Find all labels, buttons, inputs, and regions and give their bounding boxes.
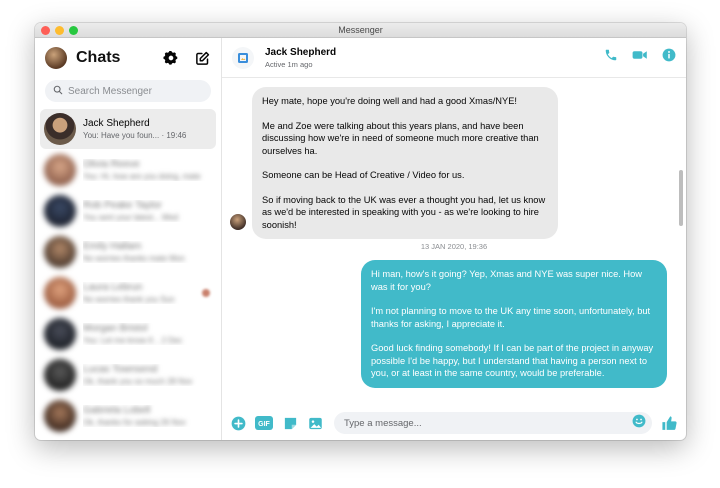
conversation-item[interactable]: Olivia Reeve You: Hi, how are you doing,… <box>40 150 216 190</box>
message-text: Hey mate, hope you're doing well and had… <box>262 96 518 106</box>
avatar <box>44 318 76 350</box>
conversation-item[interactable]: Morgan Bristol You: Let me know if... 2 … <box>40 314 216 354</box>
conversation-name: Rob Peake Taylor <box>83 200 162 211</box>
search-bar[interactable] <box>45 80 211 102</box>
message-input-wrapper[interactable] <box>334 412 652 434</box>
window-controls <box>41 26 78 35</box>
phone-icon[interactable] <box>604 48 618 67</box>
search-icon <box>53 85 63 98</box>
sticker-icon[interactable] <box>282 415 298 431</box>
message-text: I'm not planning to move to the UK any t… <box>371 306 651 329</box>
conversation-preview: You: Have you foun... · 19:46 <box>83 131 187 140</box>
conversation-preview: No worries thanks mate Mon <box>83 254 185 263</box>
conversation-item[interactable]: Gabriela Lobell Ok, thanks for asking 26… <box>40 396 216 436</box>
zoom-window-button[interactable] <box>69 26 78 35</box>
avatar <box>44 113 76 145</box>
message-timestamp: 13 JAN 2020, 19:36 <box>420 242 488 251</box>
conversation-item[interactable]: Rob Peake Taylor You sent your latest...… <box>40 191 216 231</box>
gear-icon[interactable] <box>162 49 180 67</box>
message-composer: GIF <box>222 406 686 440</box>
conversation-item-jack-shepherd[interactable]: Jack Shepherd You: Have you foun... · 19… <box>40 109 216 149</box>
conversation-preview: Ok, thanks for asking 26 Nov <box>83 418 186 427</box>
message-text: Someone can be Head of Creative / Video … <box>262 170 465 180</box>
message-input[interactable] <box>344 417 632 429</box>
outgoing-message[interactable]: Hi man, how's it going? Yep, Xmas and NY… <box>361 260 667 388</box>
conversation-name: Laura Lebrun <box>83 282 143 293</box>
window-title: Messenger <box>338 25 383 35</box>
close-window-button[interactable] <box>41 26 50 35</box>
avatar <box>44 236 76 268</box>
conversation-preview: You: Let me know if... 2 Dec <box>83 336 183 345</box>
sidebar-title: Chats <box>76 49 121 66</box>
avatar <box>44 277 76 309</box>
avatar <box>44 359 76 391</box>
avatar <box>44 154 76 186</box>
message-thread: Hey mate, hope you're doing well and had… <box>222 78 686 406</box>
minimize-window-button[interactable] <box>55 26 64 35</box>
conversation-preview: You: Hi, how are you doing, mate <box>83 172 201 181</box>
conversation-name: Jack Shepherd <box>83 118 150 129</box>
conversation-name: Emily Hallam <box>83 241 142 252</box>
conversation-list: Jack Shepherd You: Have you foun... · 19… <box>35 109 221 436</box>
conversation-preview: No worries thank you Sun <box>83 295 175 304</box>
scrollbar[interactable] <box>679 170 683 226</box>
conversation-item[interactable]: Lucas Townsend Ok, thank you so much 28 … <box>40 355 216 395</box>
sidebar-header: Chats <box>35 38 221 78</box>
unread-badge <box>202 289 210 297</box>
info-icon[interactable] <box>662 48 676 67</box>
video-icon[interactable] <box>632 48 648 67</box>
conversation-name: Olivia Reeve <box>83 159 140 170</box>
conversation-preview: Ok, thank you so much 28 Nov <box>83 377 193 386</box>
gif-label: GIF <box>258 421 270 428</box>
conversation-preview: You sent your latest... Wed <box>83 213 179 222</box>
conversation-name: Gabriela Lobell <box>83 405 151 416</box>
conversation-item[interactable]: Emily Hallam No worries thanks mate Mon <box>40 232 216 272</box>
chat-header: Jack Shepherd Active 1m ago <box>222 38 686 78</box>
contact-avatar[interactable] <box>232 46 254 69</box>
active-status: Active 1m ago <box>265 59 313 69</box>
thumbs-up-icon[interactable] <box>660 414 678 432</box>
message-text: So if moving back to the UK was ever a t… <box>262 194 546 230</box>
search-input[interactable] <box>68 85 208 97</box>
conversation-name: Lucas Townsend <box>83 364 158 375</box>
emoji-icon[interactable] <box>632 414 646 433</box>
plus-icon[interactable] <box>230 415 246 431</box>
compose-icon[interactable] <box>193 49 211 67</box>
placeholder-image-icon <box>238 52 248 63</box>
conversation-item[interactable]: Laura Lebrun No worries thank you Sun <box>40 273 216 313</box>
contact-name[interactable]: Jack Shepherd <box>265 47 604 58</box>
message-text: Hi man, how's it going? Yep, Xmas and NY… <box>371 269 643 292</box>
profile-avatar[interactable] <box>45 47 67 69</box>
messenger-window: Messenger Chats Search Messenger Jack Sh… <box>35 23 686 440</box>
conversation-name: Morgan Bristol <box>83 323 148 334</box>
sidebar: Chats Jack Shepherd <box>35 38 222 440</box>
message-text: Good luck finding somebody! If I can be … <box>371 343 654 378</box>
sender-avatar[interactable] <box>230 214 246 230</box>
message-text: Me and Zoe were talking about this years… <box>262 120 539 156</box>
incoming-message[interactable]: Hey mate, hope you're doing well and had… <box>252 87 558 239</box>
avatar <box>44 400 76 432</box>
avatar <box>44 195 76 227</box>
chat-pane: Jack Shepherd Active 1m ago Hey mate, ho… <box>222 38 686 440</box>
title-bar: Messenger <box>35 23 686 38</box>
image-icon[interactable] <box>307 415 323 431</box>
gif-icon[interactable]: GIF <box>255 415 273 431</box>
